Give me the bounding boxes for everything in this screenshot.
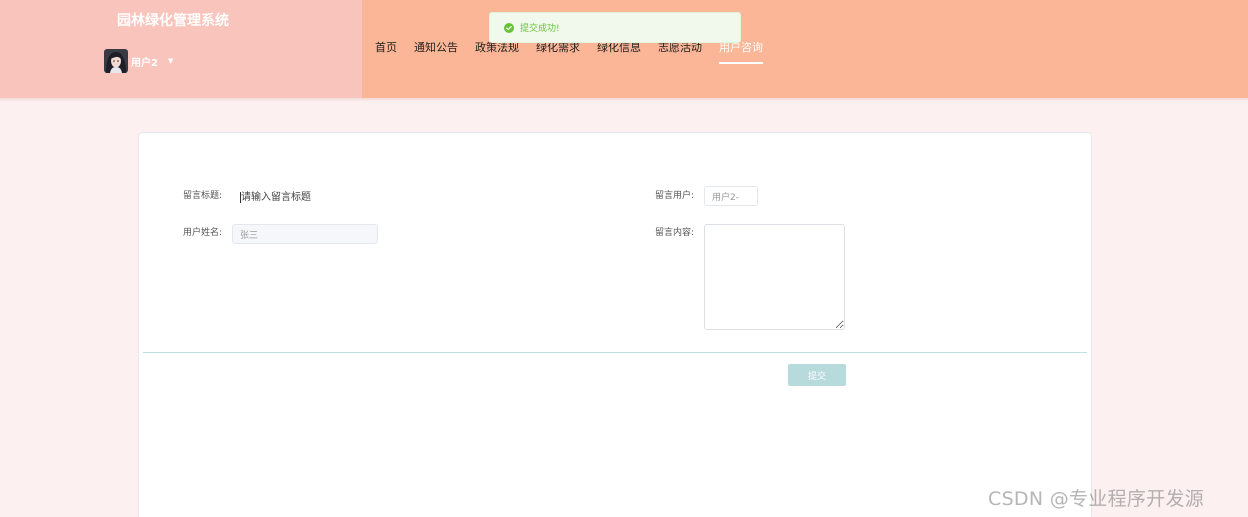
header-shadow [0, 98, 1248, 102]
name-label: 用户姓名: [183, 228, 223, 238]
title-label: 留言标题: [183, 191, 223, 201]
site-title: 园林绿化管理系统 [117, 13, 229, 29]
user-name: 用户2 [131, 57, 158, 69]
submit-button[interactable]: 提交 [788, 364, 846, 386]
title-input[interactable] [241, 188, 411, 206]
page: 园林绿化管理系统 用户2 ▼ 首页 通知公告 政策法规 绿化需求 绿化信息 志愿… [0, 0, 1248, 517]
content-textarea[interactable] [704, 224, 845, 330]
form-divider [143, 352, 1087, 353]
user-field[interactable] [704, 186, 758, 206]
toast-message: 提交成功! [520, 24, 560, 34]
consult-form-card: 留言标题: 留言用户: 用户姓名: 留言内容: 提交 [138, 132, 1092, 517]
chevron-down-icon: ▼ [167, 57, 174, 65]
nav-item-home[interactable]: 首页 [375, 38, 397, 58]
name-field[interactable] [232, 224, 378, 244]
avatar-icon [104, 49, 128, 73]
watermark: CSDN @专业程序开发源 [988, 488, 1205, 510]
user-menu[interactable]: 用户2 ▼ [104, 49, 173, 73]
nav-item-notices[interactable]: 通知公告 [414, 38, 458, 58]
content-label: 留言内容: [655, 228, 695, 238]
success-toast: 提交成功! [489, 12, 741, 43]
check-circle-icon [504, 22, 514, 33]
user-label: 留言用户: [655, 191, 695, 201]
